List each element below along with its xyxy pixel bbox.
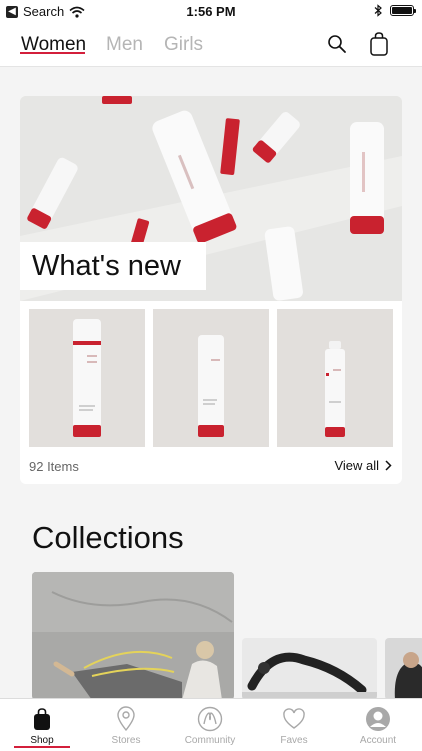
search-button[interactable] <box>325 32 349 56</box>
tab-label: Shop <box>30 735 54 746</box>
tab-stores[interactable]: Stores <box>84 699 168 751</box>
whats-new-card[interactable]: What's new 92 Items View all <box>20 96 402 484</box>
product-thumbnail[interactable] <box>153 309 269 447</box>
collection-image-portrait <box>385 638 422 700</box>
lululemon-logo-icon <box>197 706 223 732</box>
collection-card[interactable] <box>32 572 234 700</box>
location-pin-icon <box>117 706 135 732</box>
tab-label: Stores <box>111 735 141 746</box>
product-bottle-image <box>29 309 145 447</box>
bottom-tab-bar: Shop Stores Community Faves Account <box>0 698 422 751</box>
whats-new-hero-image[interactable]: What's new <box>20 96 402 301</box>
collections-title: Collections <box>32 520 184 555</box>
heart-icon <box>283 708 305 729</box>
tab-label: Faves <box>280 735 308 746</box>
cart-button[interactable] <box>366 30 392 58</box>
card-footer: 92 Items View all <box>20 448 402 484</box>
active-tab-indicator <box>14 746 70 748</box>
status-time: 1:56 PM <box>186 4 236 19</box>
tab-faves[interactable]: Faves <box>252 699 336 751</box>
product-thumbnail[interactable] <box>277 309 393 447</box>
tab-men[interactable]: Men <box>106 34 143 56</box>
collection-card[interactable] <box>242 638 377 700</box>
bluetooth-icon <box>374 4 382 17</box>
tab-shop[interactable]: Shop <box>0 699 84 751</box>
tab-label: Account <box>359 735 397 746</box>
battery-icon <box>390 5 416 16</box>
status-bar: ◀ Search 1:56 PM <box>0 0 422 24</box>
collection-card[interactable] <box>385 638 422 700</box>
collection-image-yoga <box>32 572 234 700</box>
search-icon <box>328 35 346 53</box>
view-all-label: View all <box>334 458 379 473</box>
collection-image-stretch <box>242 638 377 700</box>
shopping-bag-icon <box>370 32 388 56</box>
item-count: 92 Items <box>29 459 79 474</box>
active-tab-indicator <box>20 52 85 54</box>
tab-girls[interactable]: Girls <box>164 34 203 56</box>
hero-title-box: What's new <box>20 242 206 290</box>
product-bottle-image <box>277 309 393 447</box>
view-all-link[interactable]: View all <box>334 458 392 473</box>
product-thumbnail[interactable] <box>29 309 145 447</box>
chevron-right-icon <box>385 460 392 471</box>
shopping-bag-icon <box>34 708 50 730</box>
product-bottle-image <box>153 309 269 447</box>
top-nav: Women Men Girls <box>0 24 422 67</box>
tab-account[interactable]: Account <box>336 699 420 751</box>
whats-new-title: What's new <box>32 250 181 282</box>
tab-community[interactable]: Community <box>168 699 252 751</box>
user-icon <box>366 707 390 731</box>
tab-label: Community <box>184 735 236 746</box>
